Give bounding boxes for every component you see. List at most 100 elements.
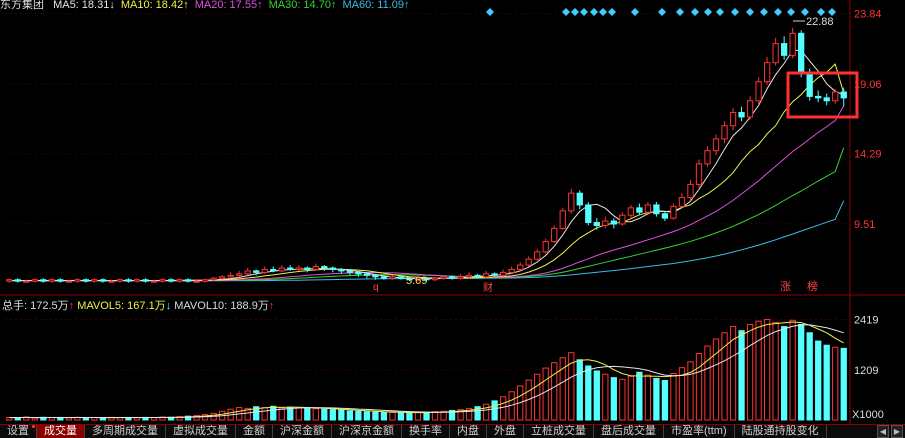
candle-body[interactable] <box>568 192 575 212</box>
candle-body[interactable] <box>253 270 260 273</box>
candle-body[interactable] <box>65 280 73 283</box>
volume-bar[interactable] <box>363 411 371 421</box>
candle-body[interactable] <box>474 274 481 278</box>
candle-body[interactable] <box>644 204 652 213</box>
candle-body[interactable] <box>287 267 294 270</box>
volume-bar[interactable] <box>627 375 635 421</box>
candle-body[interactable] <box>380 276 388 279</box>
candle-body[interactable] <box>559 210 566 229</box>
candle-body[interactable] <box>840 91 847 99</box>
candle-body[interactable] <box>346 270 354 273</box>
volume-bar[interactable] <box>482 403 490 421</box>
candle-body[interactable] <box>704 150 711 165</box>
tab-item[interactable]: 换手率 <box>402 425 450 438</box>
candle-body[interactable] <box>363 273 371 276</box>
tab-item[interactable]: 多周期成交量 <box>85 425 166 438</box>
candle-body[interactable] <box>278 267 285 272</box>
tab-item[interactable]: 金额 <box>236 425 273 438</box>
tab-item[interactable]: 虚拟成交量 <box>166 425 236 438</box>
volume-bar[interactable] <box>695 353 703 421</box>
volume-bar[interactable] <box>329 409 336 421</box>
candle-body[interactable] <box>210 277 217 281</box>
tab-item[interactable]: 盘后成交量 <box>594 425 664 438</box>
candle-body[interactable] <box>304 267 311 270</box>
candle-body[interactable] <box>593 222 600 226</box>
tag-bang[interactable]: 榜 <box>807 279 818 293</box>
candle-body[interactable] <box>372 274 379 278</box>
candle-body[interactable] <box>91 279 98 282</box>
candle-body[interactable] <box>150 280 158 283</box>
candle-body[interactable] <box>14 279 21 282</box>
volume-bar[interactable] <box>823 344 830 421</box>
tab-item[interactable]: 设置 <box>0 425 37 438</box>
candle-body[interactable] <box>670 205 677 219</box>
candle-body[interactable] <box>517 264 524 270</box>
volume-bar[interactable] <box>321 408 328 421</box>
candle-body[interactable] <box>338 268 345 272</box>
candle-body[interactable] <box>23 280 30 283</box>
candle-body[interactable] <box>525 258 532 266</box>
candle-body[interactable] <box>687 183 694 199</box>
candle-body[interactable] <box>619 214 626 225</box>
candle-body[interactable] <box>832 91 839 102</box>
candle-body[interactable] <box>176 279 183 282</box>
candle-body[interactable] <box>542 241 549 253</box>
candle-body[interactable] <box>57 279 64 282</box>
candle-body[interactable] <box>789 32 796 56</box>
volume-bar[interactable] <box>780 326 788 421</box>
candle-body[interactable] <box>133 279 141 282</box>
volume-bar[interactable] <box>372 411 379 421</box>
volume-bar[interactable] <box>312 408 319 421</box>
candle-body[interactable] <box>755 81 762 102</box>
volume-bar[interactable] <box>346 410 354 421</box>
candle-body[interactable] <box>440 276 447 279</box>
volume-bar[interactable] <box>644 374 652 421</box>
candle-body[interactable] <box>40 279 47 282</box>
candle-body[interactable] <box>227 274 234 278</box>
candle-body[interactable] <box>431 277 439 281</box>
volume-bar[interactable] <box>380 411 388 421</box>
volume-bar[interactable] <box>755 320 762 421</box>
candle-body[interactable] <box>159 279 166 282</box>
candle-body[interactable] <box>551 227 558 243</box>
volume-bar[interactable] <box>99 417 107 421</box>
candle-body[interactable] <box>125 279 132 282</box>
candle-body[interactable] <box>218 276 226 279</box>
tag-zhang[interactable]: 涨 <box>780 280 791 293</box>
volume-bar[interactable] <box>712 338 720 421</box>
tab-item[interactable]: 沪深金额 <box>273 425 332 438</box>
candle-body[interactable] <box>116 279 124 282</box>
candle-body[interactable] <box>746 100 754 118</box>
volume-bar[interactable] <box>815 340 822 421</box>
candle-body[interactable] <box>355 271 362 275</box>
scroll-left-icon[interactable]: ◀ <box>877 425 889 438</box>
volume-bar[interactable] <box>746 323 754 421</box>
candle-body[interactable] <box>491 273 498 276</box>
candle-body[interactable] <box>602 220 609 226</box>
candle-body[interactable] <box>270 268 277 272</box>
volume-bar[interactable] <box>406 412 413 421</box>
volume-bar[interactable] <box>738 330 745 421</box>
candle-body[interactable] <box>74 279 81 282</box>
volume-bar[interactable] <box>542 367 549 421</box>
candle-body[interactable] <box>678 197 686 207</box>
volume-bar[interactable] <box>610 377 617 421</box>
candle-body[interactable] <box>295 267 302 270</box>
volume-bar[interactable] <box>304 407 311 421</box>
volume-bar[interactable] <box>661 380 669 421</box>
volume-bar[interactable] <box>295 407 302 421</box>
candle-body[interactable] <box>82 279 90 282</box>
candle-body[interactable] <box>806 72 813 97</box>
candle-body[interactable] <box>329 267 336 270</box>
candle-body[interactable] <box>499 271 507 276</box>
tab-item[interactable]: 内盘 <box>450 425 487 438</box>
candle-body[interactable] <box>142 279 149 282</box>
candle-body[interactable] <box>585 204 592 224</box>
volume-bar[interactable] <box>670 372 677 421</box>
candle-body[interactable] <box>201 279 209 282</box>
volume-bar[interactable] <box>389 412 396 421</box>
volume-bar[interactable] <box>772 321 779 421</box>
candle-body[interactable] <box>397 276 405 279</box>
candle-body[interactable] <box>772 43 779 64</box>
tab-item[interactable]: 外盘 <box>487 425 524 438</box>
